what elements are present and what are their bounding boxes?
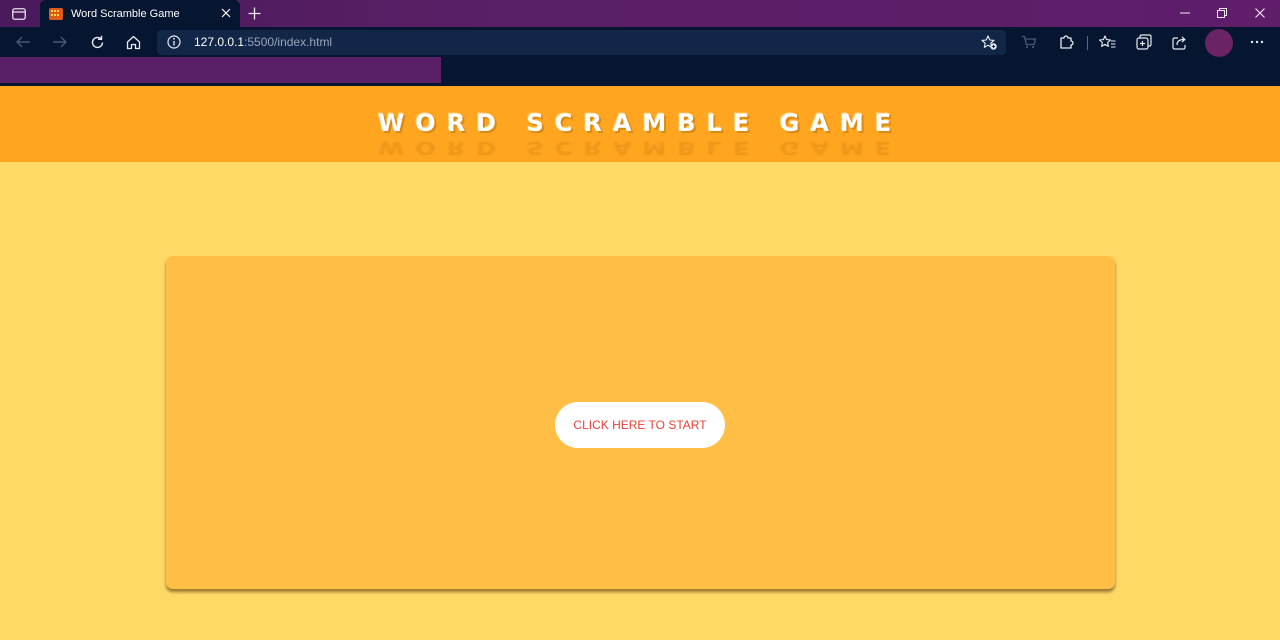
favorites-bar — [0, 57, 1280, 86]
browser-toolbar: 127.0.0.1:5500/index.html — [0, 27, 1280, 57]
favorites-bar-block — [0, 57, 441, 83]
forward-arrow-icon[interactable] — [49, 32, 71, 52]
collections-icon[interactable] — [1133, 32, 1155, 52]
page-header: WORD SCRAMBLE GAME WORD SCRAMBLE GAME — [0, 86, 1280, 162]
close-window-icon[interactable] — [1249, 3, 1271, 23]
address-bar[interactable]: 127.0.0.1:5500/index.html — [157, 30, 1006, 55]
refresh-icon[interactable] — [86, 32, 108, 52]
browser-tab-active[interactable]: Word Scramble Game — [40, 0, 240, 27]
tab-actions-icon[interactable] — [8, 5, 30, 23]
toolbar-divider — [1087, 36, 1088, 50]
tab-title: Word Scramble Game — [71, 7, 180, 20]
extensions-icon[interactable] — [1055, 32, 1077, 52]
home-icon[interactable] — [122, 32, 144, 52]
minimize-icon[interactable] — [1174, 3, 1196, 23]
page-title: WORD SCRAMBLE GAME — [377, 109, 903, 137]
back-arrow-icon[interactable] — [12, 32, 34, 52]
close-icon[interactable] — [219, 6, 233, 20]
shopping-cart-icon[interactable] — [1018, 32, 1040, 52]
start-button[interactable]: CLICK HERE TO START — [555, 402, 725, 448]
page-title-reflection: WORD SCRAMBLE GAME — [377, 137, 903, 159]
url-host: 127.0.0.1 — [194, 35, 245, 49]
word-scramble-favicon-icon — [49, 7, 63, 20]
url-path: :5500/index.html — [244, 35, 333, 49]
add-favorite-icon[interactable] — [980, 34, 998, 52]
browser-titlebar: Word Scramble Game — [0, 0, 1280, 27]
game-card: CLICK HERE TO START — [166, 256, 1115, 589]
favorites-icon[interactable] — [1096, 32, 1118, 52]
share-icon[interactable] — [1169, 32, 1191, 52]
more-icon[interactable] — [1246, 32, 1268, 52]
url-text: 127.0.0.1:5500/index.html — [194, 35, 332, 49]
info-icon[interactable] — [166, 34, 182, 50]
plus-icon[interactable] — [245, 4, 263, 22]
restore-icon[interactable] — [1211, 3, 1233, 23]
avatar[interactable] — [1205, 29, 1233, 57]
